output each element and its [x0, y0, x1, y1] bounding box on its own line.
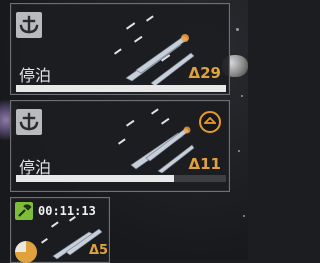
ship-group-icon: [114, 15, 195, 87]
progress-fill: [16, 175, 174, 182]
collapse-chevron-icon[interactable]: [199, 111, 221, 133]
fleet-status: 停泊: [19, 66, 52, 85]
fleet-size: Δ29: [188, 64, 221, 82]
fleet-size: Δ11: [188, 155, 221, 173]
anchor-icon: [16, 12, 42, 38]
progress-fill: [16, 85, 226, 92]
anchor-icon: [16, 109, 42, 135]
progress-bar: [16, 175, 226, 182]
fleet-size: Δ5: [89, 243, 109, 258]
progress-bar: [16, 85, 226, 92]
fleet-card-1[interactable]: 停泊 Δ29: [10, 3, 230, 95]
fleet-card-2[interactable]: 停泊 Δ11: [10, 100, 230, 192]
fleet-card-3[interactable]: 00:11:13 Δ5: [10, 197, 110, 263]
ship-group-icon: [118, 108, 195, 173]
